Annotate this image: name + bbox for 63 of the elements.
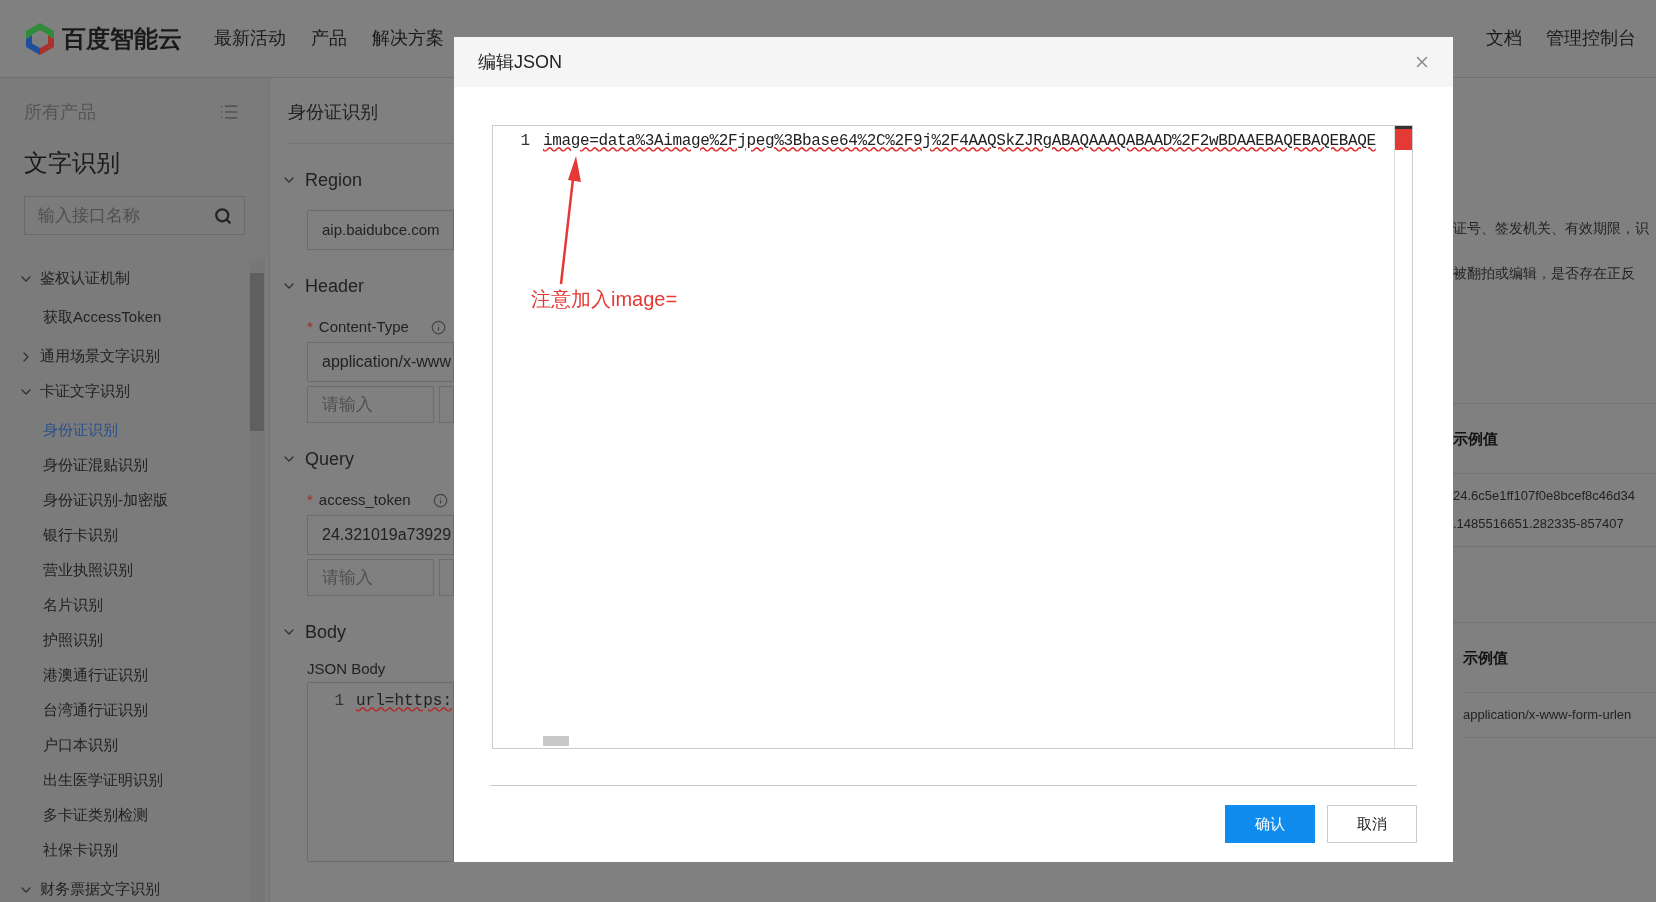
annotation-text: 注意加入image= [531,287,678,312]
scrollbar[interactable] [1394,126,1412,748]
panel-title: 身份证识别 [288,101,378,124]
tree-item[interactable]: 身份证混贴识别 [0,448,249,483]
tree-item[interactable]: 名片识别 [0,588,249,623]
line-number: 1 [333,691,345,712]
value-input[interactable] [439,559,454,596]
description-text: 被翻拍或编辑，是否存在正反 [1453,264,1636,283]
section-title[interactable]: Body [305,618,347,646]
modal-title: 编辑JSON [478,50,562,74]
code-editor[interactable]: 1 url=https: [307,682,454,862]
required-mark: * [307,316,313,337]
region-field[interactable]: aip.baidubce.com [307,210,454,250]
tree-item[interactable]: 银行卡识别 [0,518,249,553]
body-label: JSON Body [307,659,387,679]
code-editor[interactable]: 1 image=data%3Aimage%2Fjpeg%3Bbase64%2C%2F9j%2F4AAQSkZJRgABAQAAAQABAAD%2F2wBDAAEBAQEBAQEBAQE 注意加入image= [492,125,1413,749]
search-icon[interactable] [214,206,232,225]
tree-group[interactable]: 通用场景文字识别 [0,339,249,374]
tree-item[interactable]: 台湾通行证识别 [0,693,249,728]
cancel-button[interactable]: 取消 [1327,805,1417,843]
section-title[interactable]: Query [305,445,355,473]
param-name: Content-Type [318,316,409,337]
line-number: 1 [519,131,530,152]
section-title[interactable]: Header [305,272,365,300]
nav-link[interactable]: 文档 [1486,25,1522,52]
param-value-field[interactable]: 24.321019a73929 [307,515,454,555]
table-header: 示例值 [1463,623,1656,693]
confirm-button[interactable]: 确认 [1225,805,1315,843]
scrollbar-thumb[interactable] [543,736,569,746]
info-icon [430,319,446,335]
tree-item[interactable]: 营业执照识别 [0,553,249,588]
sidebar-title: 文字识别 [23,148,121,178]
tree-item[interactable]: 出生医学证明识别 [0,763,249,798]
tree-item[interactable]: 多卡证类别检测 [0,798,249,833]
required-mark: * [307,489,313,510]
table-cell-text: 24.6c5e1ff107f0e8bcef8c46d34 [1453,487,1636,505]
nav-link[interactable]: 产品 [311,25,347,52]
tree-item[interactable]: 身份证识别-加密版 [0,483,249,518]
tree-item[interactable]: 获取AccessToken [0,300,249,335]
nav-link[interactable]: 管理控制台 [1546,25,1636,52]
param-name: access_token [318,489,411,510]
tree-item[interactable]: 护照识别 [0,623,249,658]
tree-item[interactable]: 户口本识别 [0,728,249,763]
nav-link[interactable]: 解决方案 [372,25,444,52]
tree-group[interactable]: 卡证文字识别 [0,374,249,409]
nav-link[interactable]: 最新活动 [214,25,286,52]
tree-item[interactable]: 社保卡识别 [0,833,249,868]
tree-group[interactable]: 财务票据文字识别 [0,872,249,902]
table-cell-text: .1485516651.282335-857407 [1453,515,1625,533]
code-line: url=https: [356,691,452,712]
value-input[interactable] [439,386,454,423]
table-cell-text: application/x-www-form-urlen [1463,706,1633,724]
info-icon [432,492,448,508]
section-title[interactable]: Region [305,166,363,194]
param-value-field[interactable]: application/x-www [307,342,454,382]
logo-text[interactable]: 百度智能云 [62,20,182,57]
code-line: image=data%3Aimage%2Fjpeg%3Bbase64%2C%2F9j%2F4AAQSkZJRgABAQAAAQABAAD%2F2wBDAAEBAQEBAQEBAQE [543,131,1376,152]
tree-item[interactable]: 港澳通行证识别 [0,658,249,693]
description-text: 证号、签发机关、有效期限，识 [1453,219,1650,238]
scrollbar[interactable] [249,259,265,902]
logo-icon [24,21,56,56]
tree-group[interactable]: 鉴权认证机制 [0,261,249,296]
list-icon[interactable] [219,102,239,122]
